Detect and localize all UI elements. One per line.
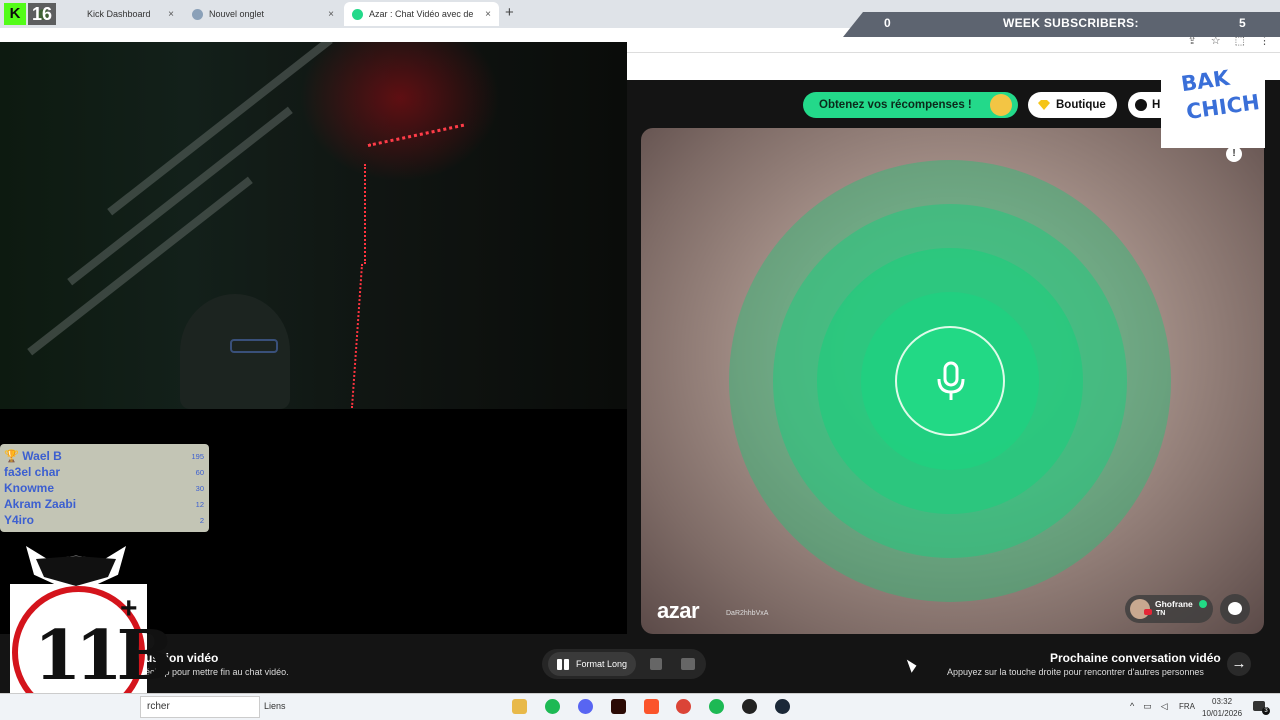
azar-favicon-icon	[352, 8, 363, 20]
chrome-icon[interactable]	[676, 699, 691, 714]
leaderboard-row: fa3el char 60	[4, 465, 204, 481]
leaderboard-name: Knowme	[4, 481, 55, 495]
layout-split-icon	[557, 658, 569, 670]
glasses	[230, 339, 278, 353]
leaderboard-value: 30	[195, 484, 204, 493]
microphone-button[interactable]	[895, 326, 1005, 436]
kick-viewer-badge: K 16	[4, 3, 57, 25]
wall-decor	[107, 42, 333, 216]
session-id: DaR2hhbVxA	[726, 610, 769, 617]
illustrator-icon[interactable]	[611, 699, 626, 714]
bakchich-line1: BAK	[1179, 65, 1231, 97]
crest-mark: 11B	[34, 616, 174, 696]
close-icon[interactable]: ×	[168, 9, 174, 20]
volume-icon[interactable]: ◁	[1161, 701, 1168, 712]
leaderboard-row: Akram Zaabi 12	[4, 497, 204, 513]
system-tray: ^ ▭ ◁	[1130, 701, 1168, 712]
subscribers-title: WEEK SUBSCRIBERS:	[1003, 16, 1139, 30]
links-toolbar[interactable]: Liens	[264, 701, 286, 711]
leaderboard-value: 195	[191, 452, 204, 461]
leaderboard-value: 12	[195, 500, 204, 509]
leaderboard-row: Y4iro 2	[4, 513, 204, 529]
microphone-icon	[937, 361, 965, 400]
tab-new-tab[interactable]: Nouvel onglet ×	[184, 2, 342, 26]
bakchich-logo: BAK CHICH	[1161, 53, 1265, 148]
flag-icon	[1144, 609, 1152, 615]
partner-profile[interactable]: Ghofrane TN	[1125, 595, 1213, 623]
next-button[interactable]: →	[1227, 652, 1251, 676]
language-indicator[interactable]: FRA	[1179, 702, 1195, 711]
helmet-inner	[36, 556, 116, 586]
kick-logo-icon: K	[4, 3, 26, 25]
file-explorer-icon[interactable]	[512, 699, 527, 714]
layout-stack-icon[interactable]	[650, 658, 662, 670]
streamer-webcam	[0, 42, 627, 409]
subscribers-count-left: 0	[884, 16, 891, 30]
format-long-button[interactable]: Format Long	[548, 652, 636, 676]
tab-title: Kick Dashboard	[87, 9, 151, 19]
clock-icon	[1135, 99, 1147, 111]
verified-icon	[1199, 600, 1207, 608]
clock-time[interactable]: 03:32	[1212, 697, 1232, 706]
shop-label: Boutique	[1056, 99, 1106, 111]
clock-date[interactable]: 10/01/2026	[1202, 709, 1242, 718]
gem-icon	[1038, 100, 1050, 110]
chat-bubble-icon	[1228, 602, 1242, 615]
spotify-icon[interactable]	[545, 699, 560, 714]
leaderboard-name: fa3el char	[4, 465, 61, 479]
next-chat-title: Prochaine conversation vidéo	[1050, 651, 1221, 665]
close-icon[interactable]: ×	[328, 9, 334, 20]
new-tab-button[interactable]: +	[505, 5, 514, 21]
partner-name: Ghofrane	[1155, 599, 1193, 609]
screen: Kick Dashboard × Nouvel onglet × Azar : …	[0, 0, 1280, 720]
leaderboard-name: Akram Zaabi	[4, 497, 77, 511]
leaderboard-row: 🏆 Wael B 195	[4, 449, 204, 465]
rewards-button[interactable]: Obtenez vos récompenses !	[803, 92, 1018, 118]
obs-icon[interactable]	[742, 699, 757, 714]
notification-badge: 3	[1262, 707, 1270, 715]
wall-decor	[67, 106, 293, 286]
gift-icon	[990, 94, 1012, 116]
bakchich-line2: CHICH	[1184, 89, 1262, 125]
leaderboard-value: 2	[199, 516, 204, 525]
layout-grid-icon[interactable]	[681, 658, 695, 670]
next-chat-hint: Appuyez sur la touche droite pour rencon…	[947, 667, 1204, 677]
led-strip	[364, 164, 366, 264]
remote-video: ! azar DaR2hhbVxA Ghofrane TN	[641, 128, 1264, 634]
viewer-count: 16	[28, 3, 57, 25]
rewards-label: Obtenez vos récompenses !	[819, 99, 972, 111]
discord-icon[interactable]	[578, 699, 593, 714]
brave-icon[interactable]	[644, 699, 659, 714]
report-icon[interactable]: !	[1226, 146, 1242, 162]
taskbar-search[interactable]: rcher	[140, 696, 260, 718]
chevron-up-icon[interactable]: ^	[1130, 701, 1134, 712]
leaderboard-value: 60	[195, 468, 204, 477]
chat-button[interactable]	[1220, 594, 1250, 624]
red-light-glow	[300, 42, 500, 182]
led-strip	[350, 264, 364, 408]
steam-icon[interactable]	[775, 699, 790, 714]
leaderboard-name: 🏆 Wael B	[4, 449, 62, 463]
close-icon[interactable]: ×	[485, 9, 491, 20]
format-label: Format Long	[576, 659, 628, 669]
tab-title: Nouvel onglet	[209, 9, 265, 19]
leaderboard-row: Knowme 30	[4, 481, 204, 497]
leaderboard: 🏆 Wael B 195 fa3el char 60 Knowme 30 Akr…	[0, 444, 209, 532]
crest-plus: +	[120, 592, 138, 625]
tab-title: Azar : Chat Vidéo avec de	[369, 9, 474, 19]
network-icon[interactable]: ▭	[1143, 701, 1152, 712]
subscribers-count-right: 5	[1239, 16, 1246, 30]
tab-azar[interactable]: Azar : Chat Vidéo avec de ×	[344, 2, 499, 26]
leaderboard-name: Y4iro	[4, 513, 35, 527]
globe-icon	[192, 8, 203, 20]
azar-logo: azar	[657, 598, 700, 623]
spotify-icon[interactable]	[709, 699, 724, 714]
shop-button[interactable]: Boutique	[1028, 92, 1117, 118]
partner-country: TN	[1156, 610, 1166, 617]
